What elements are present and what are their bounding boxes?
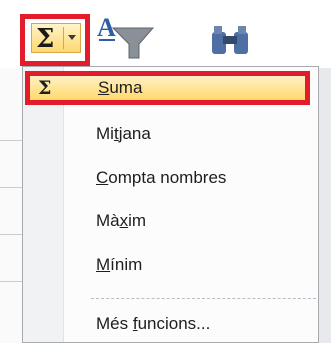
menu-item-label: Suma [98, 78, 143, 97]
menu-separator [91, 298, 316, 299]
menu-item-more-functions[interactable]: Més funcions... [23, 306, 318, 342]
menu-item-label: Més funcions... [96, 314, 211, 333]
menu-item-label: Compta nombres [96, 168, 227, 187]
sort-filter-icon[interactable]: A [95, 14, 155, 62]
split-divider [63, 27, 64, 49]
menu-item-sum[interactable]: Σ Suma [25, 71, 310, 105]
find-select-icon[interactable] [208, 22, 254, 62]
sigma-icon: Σ [36, 24, 55, 54]
menu-item-label: Mínim [96, 255, 143, 274]
ribbon-editing-group: Σ A [0, 0, 331, 68]
autosum-dropdown-menu: Σ Suma Mitjana Compta nombres Màxim Míni… [22, 66, 319, 343]
chevron-down-icon[interactable] [68, 35, 76, 40]
autosum-split-button[interactable]: Σ [31, 23, 81, 54]
menu-item-max[interactable]: Màxim [23, 203, 318, 239]
menu-item-label: Mitjana [96, 124, 151, 143]
autosum-button[interactable]: Σ [20, 14, 90, 66]
menu-item-label: Màxim [96, 211, 147, 230]
menu-item-min[interactable]: Mínim [23, 247, 318, 283]
sigma-icon: Σ [38, 77, 52, 99]
menu-item-count-numbers[interactable]: Compta nombres [23, 160, 318, 196]
menu-item-average[interactable]: Mitjana [23, 116, 318, 152]
